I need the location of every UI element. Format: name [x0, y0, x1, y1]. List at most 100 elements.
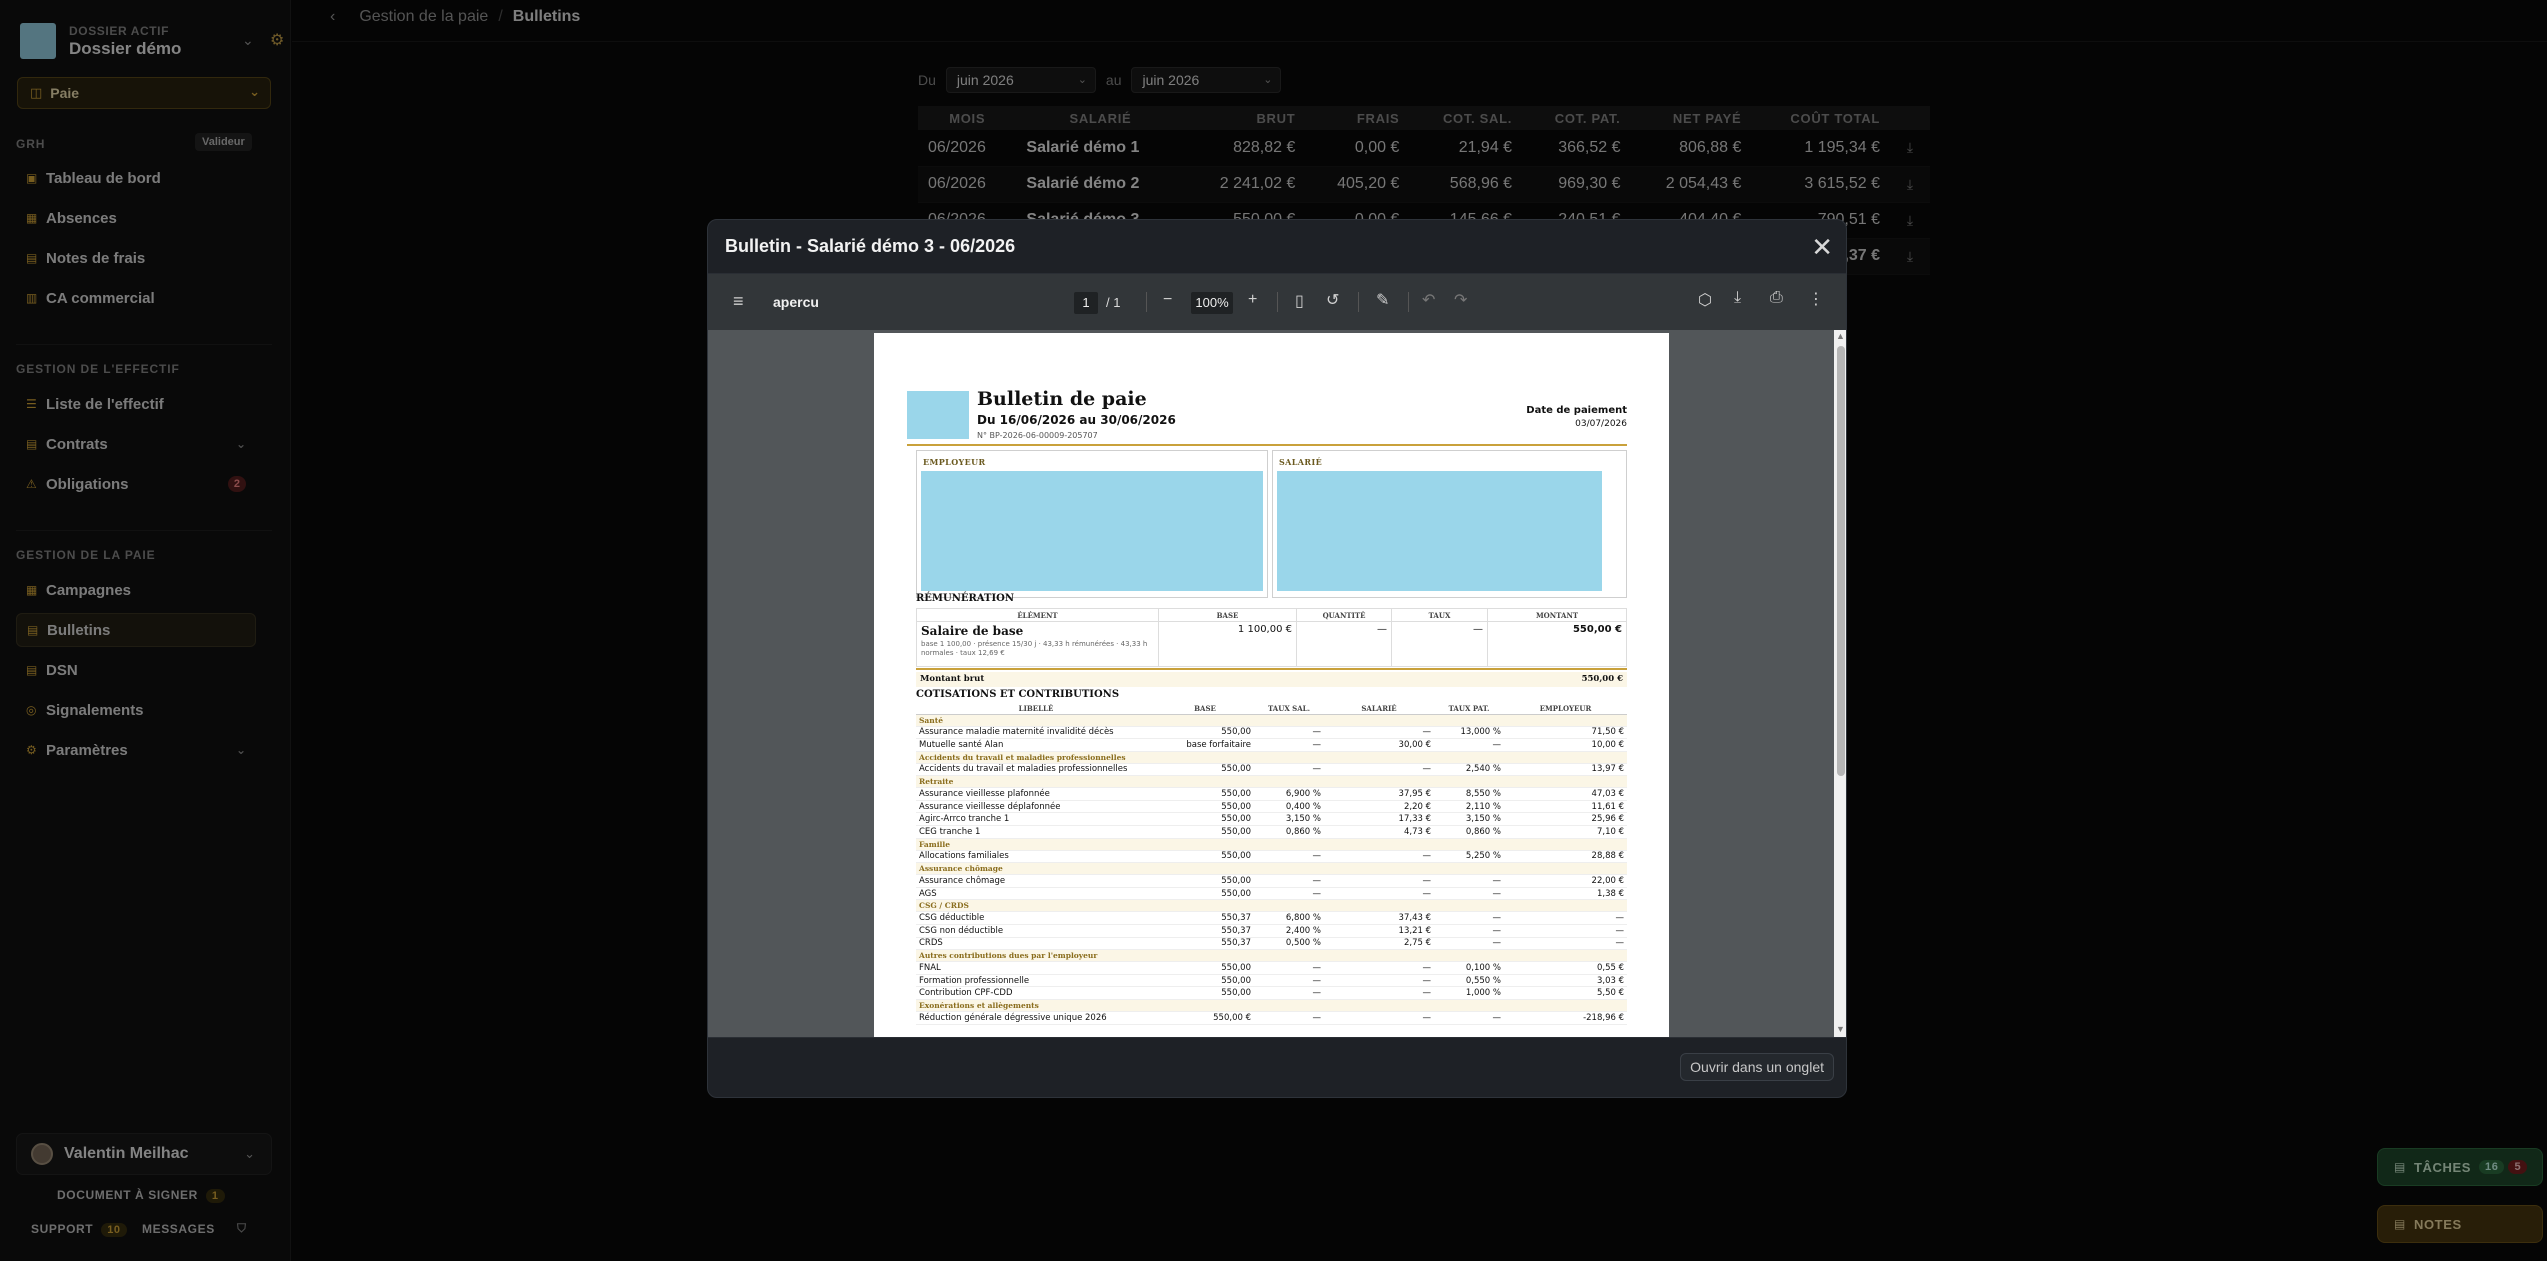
contrib-cell: Assurance chômage	[916, 874, 1156, 888]
contrib-cell: 550,00	[1156, 800, 1254, 814]
contrib-cell: 1,000 %	[1434, 986, 1504, 1000]
contrib-cell: CEG tranche 1	[916, 825, 1156, 839]
contrib-cell: 2,400 %	[1254, 924, 1324, 938]
contrib-cell: Allocations familiales	[916, 850, 1156, 864]
employer-label: EMPLOYEUR	[923, 457, 986, 467]
print-icon[interactable]: ⎙	[1770, 289, 1783, 307]
zoom-in-icon[interactable]: +	[1248, 291, 1257, 309]
contrib-cell: 550,00	[1156, 850, 1254, 864]
employer-info-placeholder	[921, 471, 1263, 591]
contrib-cell: 0,860 %	[1254, 825, 1324, 839]
table-row: Formation professionnelle 550,00— —0,550 %…	[916, 974, 1627, 988]
contrib-cell: —	[1504, 937, 1627, 951]
contrib-cell: 550,37	[1156, 911, 1254, 926]
draw-icon[interactable]: ✎	[1376, 290, 1389, 310]
page-number-input[interactable]: 1	[1074, 292, 1098, 314]
contrib-group-label: Accidents du travail et maladies profess…	[916, 751, 1627, 764]
contrib-cell: 550,00	[1156, 961, 1254, 975]
contrib-cell: —	[1254, 1011, 1324, 1025]
contrib-group-label: Autres contributions dues par l'employeu…	[916, 949, 1627, 963]
payslip-reference: N° BP-2026-06-00009-205707	[977, 431, 1098, 440]
modal-title: Bulletin - Salarié démo 3 - 06/2026	[708, 220, 1846, 274]
contrib-cell: 71,50 €	[1504, 726, 1627, 740]
table-row: AGS 550,00— — —1,38 €	[916, 887, 1627, 901]
rem-col-quantity: QUANTITÉ	[1296, 608, 1392, 622]
menu-icon[interactable]: ≡	[733, 291, 744, 312]
pdf-toolbar: ≡ apercu 1 / 1 − 100% + ▯ ↺ ✎ ↶ ↷ ⬡ ⤓ ⎙ …	[708, 274, 1846, 330]
contrib-group-label: Assurance chômage	[916, 862, 1627, 876]
contrib-cell: 13,21 €	[1324, 924, 1434, 938]
contrib-cell: 22,00 €	[1504, 874, 1627, 888]
contrib-cell: AGS	[916, 887, 1156, 901]
contrib-group-row: CSG / CRDS	[916, 899, 1627, 913]
employer-box: EMPLOYEUR	[916, 450, 1268, 598]
contrib-group-label: Retraite	[916, 775, 1627, 789]
scroll-down-icon[interactable]: ▼	[1836, 1024, 1845, 1034]
contrib-cell: 550,00	[1156, 986, 1254, 1000]
contrib-cell: —	[1434, 887, 1504, 901]
zoom-out-icon[interactable]: −	[1163, 291, 1172, 309]
contrib-cell: Formation professionnelle	[916, 974, 1156, 988]
pdf-viewer[interactable]: Bulletin de paie Du 16/06/2026 au 30/06/…	[708, 330, 1846, 1037]
contrib-cell: 550,00	[1156, 874, 1254, 888]
contrib-cell: —	[1324, 974, 1434, 988]
remuneration-table: ÉLÉMENT BASE QUANTITÉ TAUX MONTANT Salai…	[916, 608, 1627, 667]
rem-col-amount: MONTANT	[1487, 608, 1627, 622]
fit-page-icon[interactable]: ▯	[1295, 291, 1304, 311]
divider	[907, 444, 1627, 446]
contrib-cell: 550,00	[1156, 974, 1254, 988]
save-icon[interactable]: ⬡	[1698, 290, 1712, 310]
company-logo	[907, 391, 969, 439]
contrib-cell: Assurance maladie maternité invalidité d…	[916, 726, 1156, 740]
undo-icon[interactable]: ↶	[1422, 290, 1435, 310]
contrib-cell: —	[1324, 986, 1434, 1000]
gross-row: Montant brut 550,00 €	[916, 672, 1627, 687]
contrib-cell: 2,20 €	[1324, 800, 1434, 814]
contrib-cell: 550,37	[1156, 924, 1254, 938]
contrib-cell: 3,150 %	[1434, 812, 1504, 827]
contrib-cell: 0,400 %	[1254, 800, 1324, 814]
payslip-period: Du 16/06/2026 au 30/06/2026	[977, 413, 1176, 427]
table-row: Mutuelle santé Alan base forfaitaire —30,0…	[916, 738, 1627, 752]
contrib-cell: 0,55 €	[1504, 961, 1627, 975]
more-options-icon[interactable]: ⋮	[1808, 289, 1824, 309]
contrib-cell: —	[1324, 887, 1434, 901]
scrollbar-thumb[interactable]	[1837, 346, 1845, 776]
download-icon[interactable]: ⤓	[1734, 289, 1741, 307]
table-row: CSG déductible 550,37 6,800 % 37,43 € — —	[916, 911, 1627, 926]
contrib-cell: —	[1254, 874, 1324, 888]
rotate-icon[interactable]: ↺	[1326, 290, 1339, 310]
contrib-cell: 550,00	[1156, 812, 1254, 827]
contrib-cell: 13,97 €	[1504, 763, 1627, 777]
contrib-cell: 550,00	[1156, 787, 1254, 801]
contrib-col-base: BASE	[1156, 703, 1254, 715]
toolbar-separator	[1408, 292, 1409, 312]
contrib-cell: —	[1324, 763, 1434, 777]
table-row: Réduction générale dégressive unique 202…	[916, 1011, 1627, 1025]
contrib-cell: 37,43 €	[1324, 911, 1434, 926]
contrib-col-rate-pat: TAUX PAT.	[1434, 703, 1504, 715]
payment-date-label: Date de paiement	[1526, 405, 1627, 416]
contrib-cell: —	[1324, 726, 1434, 740]
open-in-tab-button[interactable]: Ouvrir dans un onglet	[1680, 1053, 1834, 1081]
table-row: FNAL 550,00— —0,100 % 0,55 €	[916, 961, 1627, 975]
contrib-cell: Accidents du travail et maladies profess…	[916, 763, 1156, 777]
close-icon[interactable]: ✕	[1811, 232, 1833, 263]
contrib-cell: CSG déductible	[916, 911, 1156, 926]
contrib-cell: Mutuelle santé Alan	[916, 738, 1156, 752]
contrib-cell: —	[1254, 974, 1324, 988]
pdf-scrollbar[interactable]: ▲ ▼	[1834, 330, 1846, 1037]
redo-icon[interactable]: ↷	[1454, 290, 1467, 310]
contrib-cell: 30,00 €	[1324, 738, 1434, 752]
contrib-cell: 0,500 %	[1254, 937, 1324, 951]
page-total: / 1	[1106, 295, 1121, 310]
contrib-cell: 550,00	[1156, 726, 1254, 740]
contrib-cell: —	[1254, 850, 1324, 864]
contrib-cell: Agirc-Arrco tranche 1	[916, 812, 1156, 827]
contrib-group-row: Famille	[916, 838, 1627, 851]
contrib-cell: —	[1254, 738, 1324, 752]
contrib-cell: 10,00 €	[1504, 738, 1627, 752]
scroll-up-icon[interactable]: ▲	[1836, 331, 1845, 341]
contrib-group-label: Exonérations et allègements	[916, 999, 1627, 1012]
zoom-input[interactable]: 100%	[1191, 292, 1233, 314]
